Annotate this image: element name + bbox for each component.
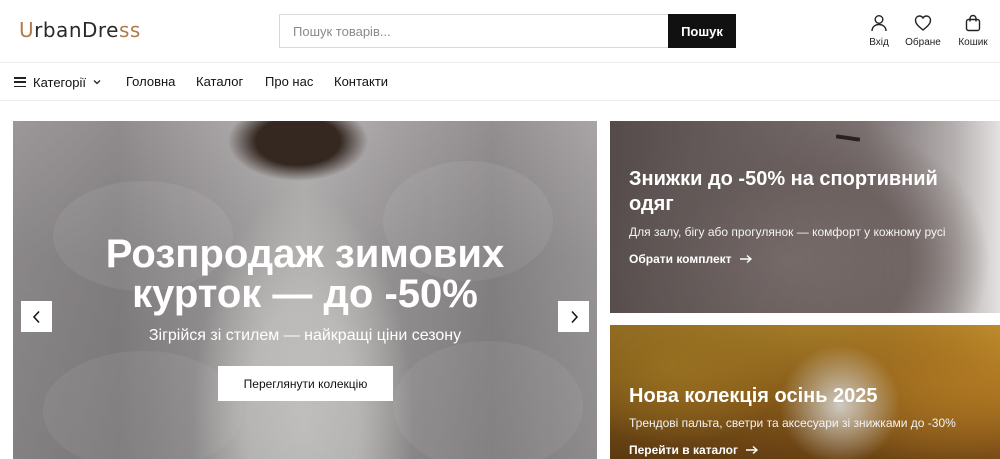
chevron-left-icon <box>32 310 40 323</box>
site-header: UrbanDress Пошук Вхід Обране Кошик <box>0 0 1000 63</box>
favorites-label: Обране <box>905 37 941 48</box>
promo-banner-autumn[interactable]: Нова колекція осінь 2025 Трендові пальта… <box>610 325 1000 459</box>
slider-prev-button[interactable] <box>21 301 52 332</box>
nav-link-about[interactable]: Про нас <box>265 74 313 90</box>
login-button[interactable]: Вхід <box>854 14 904 49</box>
heart-icon <box>914 15 932 31</box>
promo-link-label: Перейти в каталог <box>629 443 739 457</box>
search-button[interactable]: Пошук <box>668 14 736 48</box>
nav-link-catalog[interactable]: Каталог <box>196 74 243 90</box>
login-label: Вхід <box>869 37 889 48</box>
promo-title: Нова колекція осінь 2025 <box>629 385 878 407</box>
search-input[interactable] <box>279 14 668 48</box>
search-form: Пошук <box>279 14 736 48</box>
chevron-down-icon <box>93 80 101 85</box>
view-collection-button[interactable]: Переглянути колекцію <box>218 366 393 401</box>
logo-text: rbanDre <box>34 18 119 42</box>
promo-link-go-to-catalog[interactable]: Перейти в каталог <box>629 443 759 457</box>
bag-icon <box>965 14 981 32</box>
chevron-right-icon <box>570 310 578 323</box>
menu-icon <box>14 77 26 87</box>
nav-link-contacts[interactable]: Контакти <box>334 74 388 90</box>
logo[interactable]: UrbanDress <box>19 17 141 43</box>
cart-button[interactable]: Кошик <box>948 14 998 49</box>
arrow-right-icon <box>746 445 759 455</box>
hero-title: Розпродаж зимових курток — до -50% <box>13 234 597 314</box>
categories-dropdown[interactable]: Категорії <box>14 73 102 91</box>
hero-title-line-1: Розпродаж зимових <box>105 232 505 276</box>
logo-letter-u: U <box>19 18 35 42</box>
promo-text: Трендові пальта, светри та аксесуари зі … <box>629 416 956 430</box>
promo-overlay <box>610 121 1000 313</box>
promo-text: Для залу, бігу або прогулянок — комфорт … <box>629 225 946 239</box>
user-icon <box>871 15 887 32</box>
arrow-right-icon <box>739 254 752 264</box>
hero-title-line-2: курток — до -50% <box>132 272 478 316</box>
slider-next-button[interactable] <box>558 301 589 332</box>
promo-title: Знижки до -50% на спортивний одяг <box>629 168 938 215</box>
promo-link-choose-set[interactable]: Обрати комплект <box>629 252 753 266</box>
cart-label: Кошик <box>958 37 988 48</box>
promo-link-label: Обрати комплект <box>629 252 732 266</box>
favorites-button[interactable]: Обране <box>898 14 948 49</box>
logo-letters-ss: ss <box>118 18 141 42</box>
hero-subtitle: Зігрійся зі стилем — найкращі ціни сезон… <box>148 327 462 344</box>
nav-link-home[interactable]: Головна <box>126 74 175 90</box>
hero-slider: Розпродаж зимових курток — до -50% Зігрі… <box>13 121 597 459</box>
categories-label: Категорії <box>33 74 86 90</box>
promo-banner-sport[interactable]: Знижки до -50% на спортивний одяг Для за… <box>610 121 1000 313</box>
main-nav: Категорії Головна Каталог Про нас Контак… <box>0 63 1000 101</box>
